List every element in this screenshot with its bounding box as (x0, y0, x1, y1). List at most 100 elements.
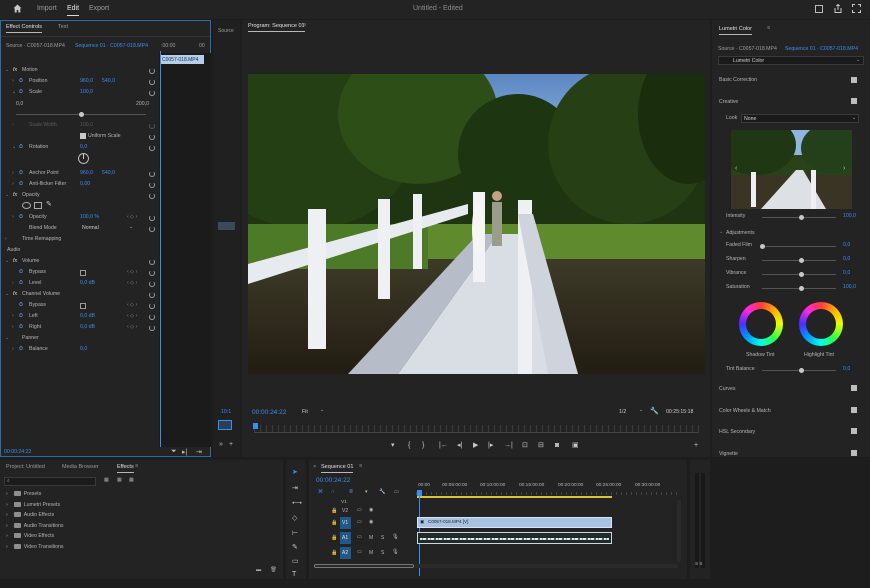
timeline-close-icon[interactable]: × (313, 464, 316, 470)
tab-effects[interactable]: Effects (117, 464, 134, 473)
vibrance-slider[interactable] (762, 272, 836, 277)
play-icon[interactable]: ▶ (473, 442, 478, 449)
source-add-icon[interactable]: + (229, 441, 233, 450)
ec-timecode[interactable]: 00:00:24:22 (4, 449, 31, 458)
source-label[interactable]: Source · C0057-018.MP4 (6, 43, 65, 52)
rotation-value[interactable]: 0,0 (80, 144, 87, 153)
program-menu-icon[interactable]: ≡ (303, 22, 306, 28)
track-a1-solo[interactable]: S (381, 535, 384, 544)
track-a1-mic-icon[interactable]: 🎙 (392, 534, 399, 543)
sequence-label[interactable]: Sequence 01 · C0057-018.MP4 (75, 43, 148, 52)
reset-antiflicker-icon[interactable] (149, 182, 155, 188)
shadow-tint-wheel[interactable] (739, 302, 783, 346)
share-icon[interactable] (834, 3, 842, 15)
tab-media-browser[interactable]: Media Browser (62, 464, 99, 470)
timeline-horizontal-scrollbar[interactable] (313, 564, 678, 568)
track-a1-mute[interactable]: M (369, 535, 373, 544)
right-value[interactable]: 0,0 dB (80, 324, 95, 333)
track-a2-mic-icon[interactable]: 🎙 (392, 549, 399, 558)
folder-presets[interactable]: › Presets (6, 491, 41, 497)
keyframe-nav-icon[interactable]: ‹ ◇ › (127, 324, 137, 333)
play-only-icon[interactable]: ▸| (182, 448, 187, 457)
stopwatch-anchor-icon[interactable]: ⏱ (19, 170, 23, 179)
keyframe-nav-icon[interactable]: ‹ ◇ › (127, 302, 137, 311)
timeline-vertical-scrollbar[interactable] (677, 500, 681, 562)
export-icon[interactable]: ⇥ (196, 448, 202, 457)
lumetri-source[interactable]: Source · C0057-018.MP4 (718, 46, 777, 55)
lumetri-preset-select[interactable]: Lumetri Color ⌄ (718, 56, 864, 65)
rect-mask-icon[interactable] (34, 202, 42, 209)
track-v2-label[interactable]: V2 (342, 508, 348, 517)
work-area-bar[interactable] (417, 496, 612, 498)
tab-project[interactable]: Project: Untitled (6, 464, 45, 470)
folder-lumetri-presets[interactable]: › Lumetri Presets (6, 502, 60, 508)
source-more-icon[interactable]: » (219, 441, 223, 450)
fit-chevron-icon[interactable]: ⌄ (320, 407, 324, 416)
reset-bypass-icon[interactable] (149, 270, 155, 276)
track-a1-sync-icon[interactable]: ▭ (357, 534, 362, 543)
step-back-icon[interactable]: ◂| (457, 442, 462, 449)
look-next-icon[interactable]: › (843, 165, 845, 172)
program-title[interactable]: Program: Sequence 01 (248, 23, 305, 32)
type-tool-icon[interactable]: T (292, 571, 296, 578)
meter-solo-labels[interactable]: S S (695, 561, 702, 570)
position-x[interactable]: 960,0 (80, 78, 93, 87)
track-a1-lock-icon[interactable]: 🔒 (331, 535, 337, 544)
hsl-secondary-label[interactable]: HSL Secondary (719, 429, 755, 438)
rotation-dial[interactable] (78, 153, 89, 164)
track-a1-label[interactable]: A1 (342, 535, 348, 544)
reset-motion-icon[interactable] (149, 68, 155, 74)
reset-channel-volume-icon[interactable] (149, 292, 155, 298)
stopwatch-opacity-icon[interactable]: ⏱ (19, 214, 23, 223)
folder-audio-transitions[interactable]: › Audio Transitions (6, 523, 64, 529)
timeline-settings-icon[interactable]: 🔧 (379, 489, 385, 498)
track-v2-eye-icon[interactable]: ◉ (369, 507, 374, 516)
reset-bypass2-icon[interactable] (149, 303, 155, 309)
track-select-tool-icon[interactable]: ⇥ (292, 485, 298, 492)
timeline-menu-icon[interactable]: ≡ (359, 463, 362, 469)
stopwatch-position-icon[interactable]: ⏱ (19, 78, 23, 87)
reset-opacity-icon[interactable] (149, 193, 155, 199)
reset-volume-icon[interactable] (149, 259, 155, 265)
go-to-in-icon[interactable]: |← (439, 442, 448, 449)
chevron-down-icon[interactable]: ⌄ (129, 224, 133, 233)
curves-label[interactable]: Curves (719, 386, 735, 395)
expand-anchor-icon[interactable]: › (12, 170, 14, 176)
lumetri-sequence[interactable]: Sequence 01 · C0057-018.MP4 (785, 46, 858, 55)
track-a2-solo[interactable]: S (381, 550, 384, 559)
creative-toggle[interactable] (851, 98, 857, 104)
faded-film-slider[interactable] (760, 244, 836, 249)
comparison-view-icon[interactable]: ▣ (572, 442, 579, 449)
vignette-label[interactable]: Vignette (719, 451, 738, 460)
ripple-edit-tool-icon[interactable]: ⟷ (292, 500, 302, 507)
look-prev-icon[interactable]: ‹ (735, 165, 737, 172)
tint-balance-value[interactable]: 0,0 (843, 366, 850, 375)
scale-value[interactable]: 100,0 (80, 89, 93, 98)
quality-select[interactable]: 1/2 (619, 409, 626, 418)
curves-toggle[interactable] (851, 385, 857, 391)
stopwatch-right-icon[interactable]: ⏱ (19, 324, 23, 333)
effects-search-input[interactable]: ⌕ (4, 477, 96, 486)
level-value[interactable]: 0,0 dB (80, 280, 95, 289)
folder-audio-effects[interactable]: › Audio Effects (6, 512, 54, 518)
antiflicker-value[interactable]: 0,00 (80, 181, 90, 190)
saturation-slider[interactable] (762, 286, 836, 291)
position-y[interactable]: 540,0 (102, 78, 115, 87)
selection-tool-icon[interactable]: ➤ (292, 469, 298, 476)
blend-mode-select[interactable]: Normal (82, 225, 99, 234)
accelerated-effects-icon[interactable]: ▦ (104, 477, 109, 486)
adjustments-label[interactable]: Adjustments (726, 230, 755, 239)
creative-label[interactable]: Creative (719, 99, 738, 108)
vibrance-value[interactable]: 0,0 (843, 270, 850, 279)
highlight-tint-wheel[interactable] (799, 302, 843, 346)
faded-film-value[interactable]: 0,0 (843, 242, 850, 251)
expand-panner-icon[interactable]: ⌄ (5, 335, 9, 341)
keyframe-nav-icon[interactable]: ‹ ◇ › (127, 280, 137, 289)
lumetri-menu-icon[interactable]: ≡ (767, 25, 770, 31)
anchor-y[interactable]: 540,0 (102, 170, 115, 179)
filter-icon[interactable]: ⏷ (171, 448, 177, 457)
menu-export[interactable]: Export (89, 5, 109, 12)
pen-tool-icon[interactable]: ✎ (292, 544, 298, 551)
track-v2-lock-icon[interactable]: 🔒 (331, 508, 337, 517)
yuv-effects-icon[interactable]: ▦ (129, 477, 134, 486)
